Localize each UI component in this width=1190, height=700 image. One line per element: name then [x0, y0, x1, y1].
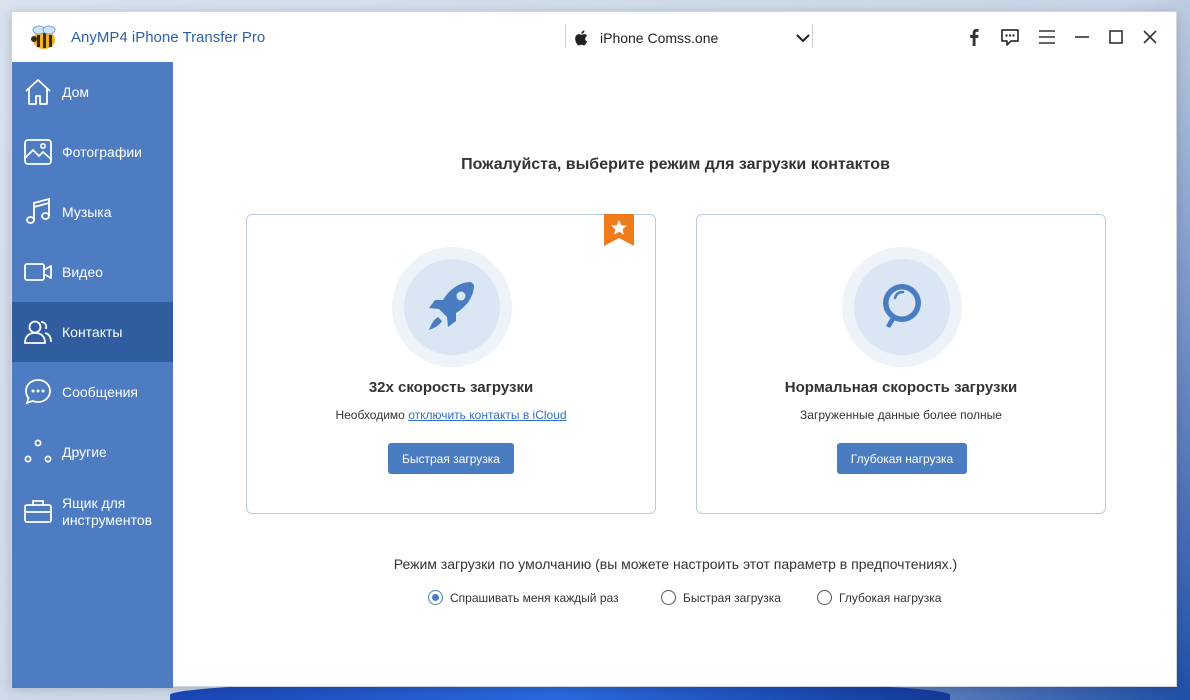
page-title: Пожалуйста, выберите режим для загрузки …: [461, 156, 890, 173]
radio-label: Спрашивать меня каждый раз: [450, 590, 619, 605]
photo-icon: [24, 139, 52, 165]
apple-icon: [575, 30, 588, 46]
main-content: Пожалуйста, выберите режим для загрузки …: [173, 62, 1178, 688]
sidebar-item-label: Другие: [62, 443, 107, 460]
fast-mode-note: Необходимо отключить контакты в iCloud: [247, 408, 655, 422]
app-window: AnyMP4 iPhone Transfer Pro iPhone Comss.…: [11, 11, 1178, 688]
sidebar-item-photos[interactable]: Фотографии: [12, 122, 173, 182]
contacts-icon: [24, 320, 52, 344]
music-icon: [26, 197, 50, 224]
home-icon: [25, 79, 51, 105]
feedback-icon: [1001, 28, 1019, 46]
title-bar: AnyMP4 iPhone Transfer Pro iPhone Comss.…: [12, 12, 1176, 62]
device-name: iPhone Comss.one: [600, 30, 719, 46]
radio-button[interactable]: [428, 590, 443, 605]
menu-button[interactable]: [1036, 26, 1058, 48]
facebook-icon: [970, 29, 979, 46]
sidebar-item-label: Музыка: [62, 203, 112, 220]
sidebar-item-home[interactable]: Дом: [12, 62, 173, 122]
sidebar-item-messages[interactable]: Сообщения: [12, 362, 173, 422]
radio-ask-every-time[interactable]: Спрашивать меня каждый раз: [428, 590, 619, 605]
sidebar-item-label: Сообщения: [62, 383, 138, 400]
close-icon: [1143, 30, 1157, 44]
fast-mode-card[interactable]: 32x скорость загрузки Необходимо отключи…: [246, 214, 656, 514]
radio-deep-download[interactable]: Глубокая нагрузка: [817, 590, 941, 605]
sidebar: Дом Фотографии Музыка Видео Контакты Соо…: [12, 62, 173, 688]
rocket-icon: [429, 282, 474, 330]
deep-mode-card[interactable]: Нормальная скорость загрузки Загруженные…: [696, 214, 1106, 514]
recommended-star-icon: [604, 214, 634, 246]
close-button[interactable]: [1139, 26, 1161, 48]
maximize-button[interactable]: [1105, 26, 1127, 48]
title-separator: [812, 24, 813, 48]
radio-button[interactable]: [817, 590, 832, 605]
magnifier-icon: [883, 284, 921, 328]
rocket-icon-circle: [392, 247, 512, 367]
device-selector[interactable]: iPhone Comss.one: [574, 26, 810, 50]
sidebar-item-label: Фотографии: [62, 143, 143, 160]
fast-download-button[interactable]: Быстрая загрузка: [388, 443, 514, 474]
sidebar-item-other[interactable]: Другие: [12, 422, 173, 482]
video-icon: [24, 263, 52, 281]
sidebar-item-music[interactable]: Музыка: [12, 182, 173, 242]
sidebar-item-label: Ящик для инструментов: [62, 495, 153, 528]
title-separator: [565, 24, 566, 48]
other-icon: [24, 439, 52, 463]
minimize-button[interactable]: [1071, 26, 1093, 48]
maximize-icon: [1109, 30, 1123, 44]
fast-mode-title: 32x скорость загрузки: [368, 379, 534, 396]
radio-fast-download[interactable]: Быстрая загрузка: [661, 590, 781, 605]
fast-mode-note-text: Необходимо: [335, 408, 405, 422]
disable-icloud-contacts-link[interactable]: отключить контакты в iCloud: [408, 408, 566, 422]
deep-download-button[interactable]: Глубокая нагрузка: [837, 443, 967, 474]
toolbox-icon: [24, 500, 52, 523]
chevron-down-icon: [796, 34, 810, 43]
sidebar-item-contacts[interactable]: Контакты: [12, 302, 173, 362]
sidebar-item-label: Видео: [62, 263, 103, 280]
facebook-button[interactable]: [963, 26, 985, 48]
feedback-button[interactable]: [999, 26, 1021, 48]
radio-label: Глубокая нагрузка: [839, 590, 942, 605]
app-title: AnyMP4 iPhone Transfer Pro: [71, 29, 266, 46]
radio-label: Быстрая загрузка: [683, 590, 781, 605]
sidebar-item-toolbox[interactable]: Ящик для инструментов: [12, 482, 173, 542]
radio-button[interactable]: [661, 590, 676, 605]
app-logo-icon: [31, 25, 56, 49]
minimize-icon: [1075, 36, 1089, 38]
sidebar-item-label: Дом: [62, 83, 90, 100]
sidebar-item-label: Контакты: [62, 323, 123, 340]
sidebar-item-video[interactable]: Видео: [12, 242, 173, 302]
menu-icon: [1039, 30, 1055, 44]
messages-icon: [25, 379, 51, 405]
default-mode-text: Режим загрузки по умолчанию (вы можете н…: [393, 556, 958, 572]
deep-mode-note: Загруженные данные более полные: [800, 408, 1002, 422]
magnifier-icon-circle: [842, 247, 962, 367]
deep-mode-title: Нормальная скорость загрузки: [784, 379, 1018, 396]
